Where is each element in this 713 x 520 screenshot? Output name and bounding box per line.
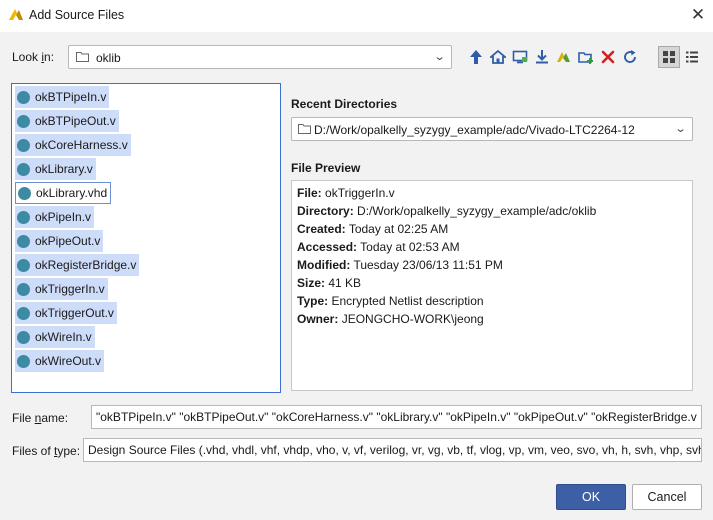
- delete-icon[interactable]: [598, 47, 618, 67]
- project-icon[interactable]: [554, 47, 574, 67]
- file-type-dropdown[interactable]: Design Source Files (.vhd, vhdl, vhf, vh…: [83, 438, 702, 462]
- file-item[interactable]: okLibrary.vhd: [15, 182, 112, 204]
- recent-directories-title: Recent Directories: [291, 97, 398, 111]
- grid-view-icon[interactable]: [658, 46, 680, 68]
- file-name-label: File name:: [12, 411, 69, 425]
- close-icon[interactable]: ✕: [689, 5, 707, 25]
- file-icon: [17, 258, 30, 272]
- file-item[interactable]: okBTPipeOut.v: [15, 110, 119, 132]
- file-item[interactable]: okWireIn.v: [15, 326, 95, 348]
- recent-directory-value: D:/Work/opalkelly_syzygy_example/adc/Viv…: [314, 123, 635, 137]
- preview-row-owner: Owner: JEONGCHO-WORK\jeong: [297, 312, 484, 326]
- preview-row-modified: Modified: Tuesday 23/06/13 11:51 PM: [297, 258, 503, 272]
- file-icon: [17, 234, 30, 248]
- folder-icon: [76, 52, 89, 62]
- cancel-button[interactable]: Cancel: [632, 484, 702, 510]
- file-item[interactable]: okLibrary.v: [15, 158, 96, 180]
- look-in-label: Look in:: [12, 50, 55, 64]
- file-item[interactable]: okPipeIn.v: [15, 206, 95, 228]
- file-name-input[interactable]: "okBTPipeIn.v" "okBTPipeOut.v" "okCoreHa…: [91, 405, 702, 429]
- file-icon: [17, 330, 30, 344]
- file-type-label: Files of type:: [12, 444, 81, 458]
- preview-row-created: Created: Today at 02:25 AM: [297, 222, 449, 236]
- file-item[interactable]: okPipeOut.v: [15, 230, 104, 252]
- file-item[interactable]: okTriggerIn.v: [15, 278, 108, 300]
- ok-button[interactable]: OK: [556, 484, 626, 510]
- preview-row-file: File: okTriggerIn.v: [297, 186, 395, 200]
- file-icon: [17, 138, 30, 152]
- refresh-icon[interactable]: [620, 47, 640, 67]
- title-bar: Add Source Files ✕: [0, 0, 713, 32]
- home-icon[interactable]: [488, 47, 508, 67]
- file-preview-title: File Preview: [291, 161, 361, 175]
- file-icon: [17, 282, 30, 296]
- look-in-dropdown[interactable]: oklib ⌄: [68, 45, 452, 69]
- file-icon: [17, 114, 30, 128]
- file-item[interactable]: okWireOut.v: [15, 350, 105, 372]
- download-icon[interactable]: [532, 47, 552, 67]
- file-item[interactable]: okTriggerOut.v: [15, 302, 117, 324]
- desktop-icon[interactable]: [510, 47, 530, 67]
- file-item[interactable]: okBTPipeIn.v: [15, 86, 110, 108]
- preview-row-type: Type: Encrypted Netlist description: [297, 294, 484, 308]
- file-list[interactable]: okBTPipeIn.v okBTPipeOut.v okCoreHarness…: [11, 83, 281, 393]
- folder-icon: [298, 124, 311, 134]
- file-item[interactable]: okCoreHarness.v: [15, 134, 131, 156]
- file-preview-panel: File: okTriggerIn.v Directory: D:/Work/o…: [291, 180, 693, 391]
- file-item[interactable]: okRegisterBridge.v: [15, 254, 140, 276]
- list-view-icon[interactable]: [681, 46, 703, 68]
- preview-row-directory: Directory: D:/Work/opalkelly_syzygy_exam…: [297, 204, 597, 218]
- look-in-value: oklib: [96, 51, 121, 65]
- file-icon: [17, 162, 30, 176]
- chevron-down-icon: ⌄: [433, 51, 446, 63]
- vivado-logo-icon: [9, 9, 23, 20]
- file-icon: [17, 210, 30, 224]
- file-icon: [17, 354, 30, 368]
- preview-row-size: Size: 41 KB: [297, 276, 362, 290]
- file-icon: [17, 306, 30, 320]
- new-folder-icon[interactable]: [576, 47, 596, 67]
- chevron-down-icon: ⌄: [674, 123, 687, 135]
- preview-row-accessed: Accessed: Today at 02:53 AM: [297, 240, 460, 254]
- file-icon: [18, 186, 31, 200]
- recent-directories-dropdown[interactable]: D:/Work/opalkelly_syzygy_example/adc/Viv…: [291, 117, 693, 141]
- window-title: Add Source Files: [29, 8, 125, 22]
- file-icon: [17, 90, 30, 104]
- up-arrow-icon[interactable]: [466, 47, 486, 67]
